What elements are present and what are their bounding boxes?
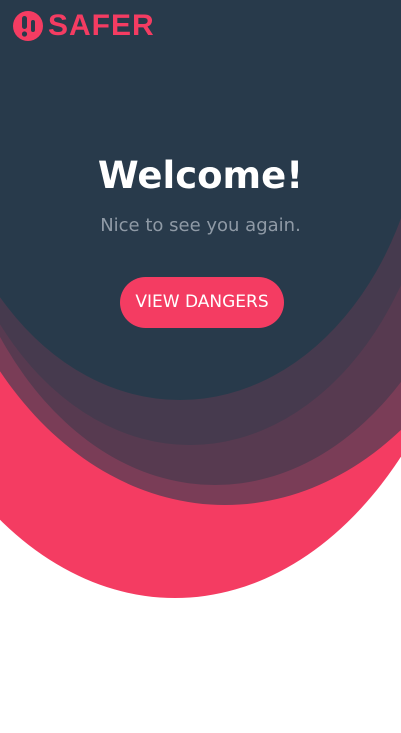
- hero-section: Welcome! Nice to see you again.: [0, 150, 401, 238]
- page-title: Welcome!: [97, 154, 304, 197]
- exclamation-badge-icon: [13, 11, 43, 41]
- welcome-screen: SAFER Welcome! Nice to see you again. VI…: [0, 0, 401, 733]
- view-dangers-button[interactable]: VIEW DANGERS: [120, 277, 284, 328]
- page-subtitle: Nice to see you again.: [100, 215, 301, 236]
- brand-name: SAFER: [48, 9, 155, 42]
- background-waves: [0, 0, 401, 598]
- brand-logo: SAFER: [12, 9, 155, 43]
